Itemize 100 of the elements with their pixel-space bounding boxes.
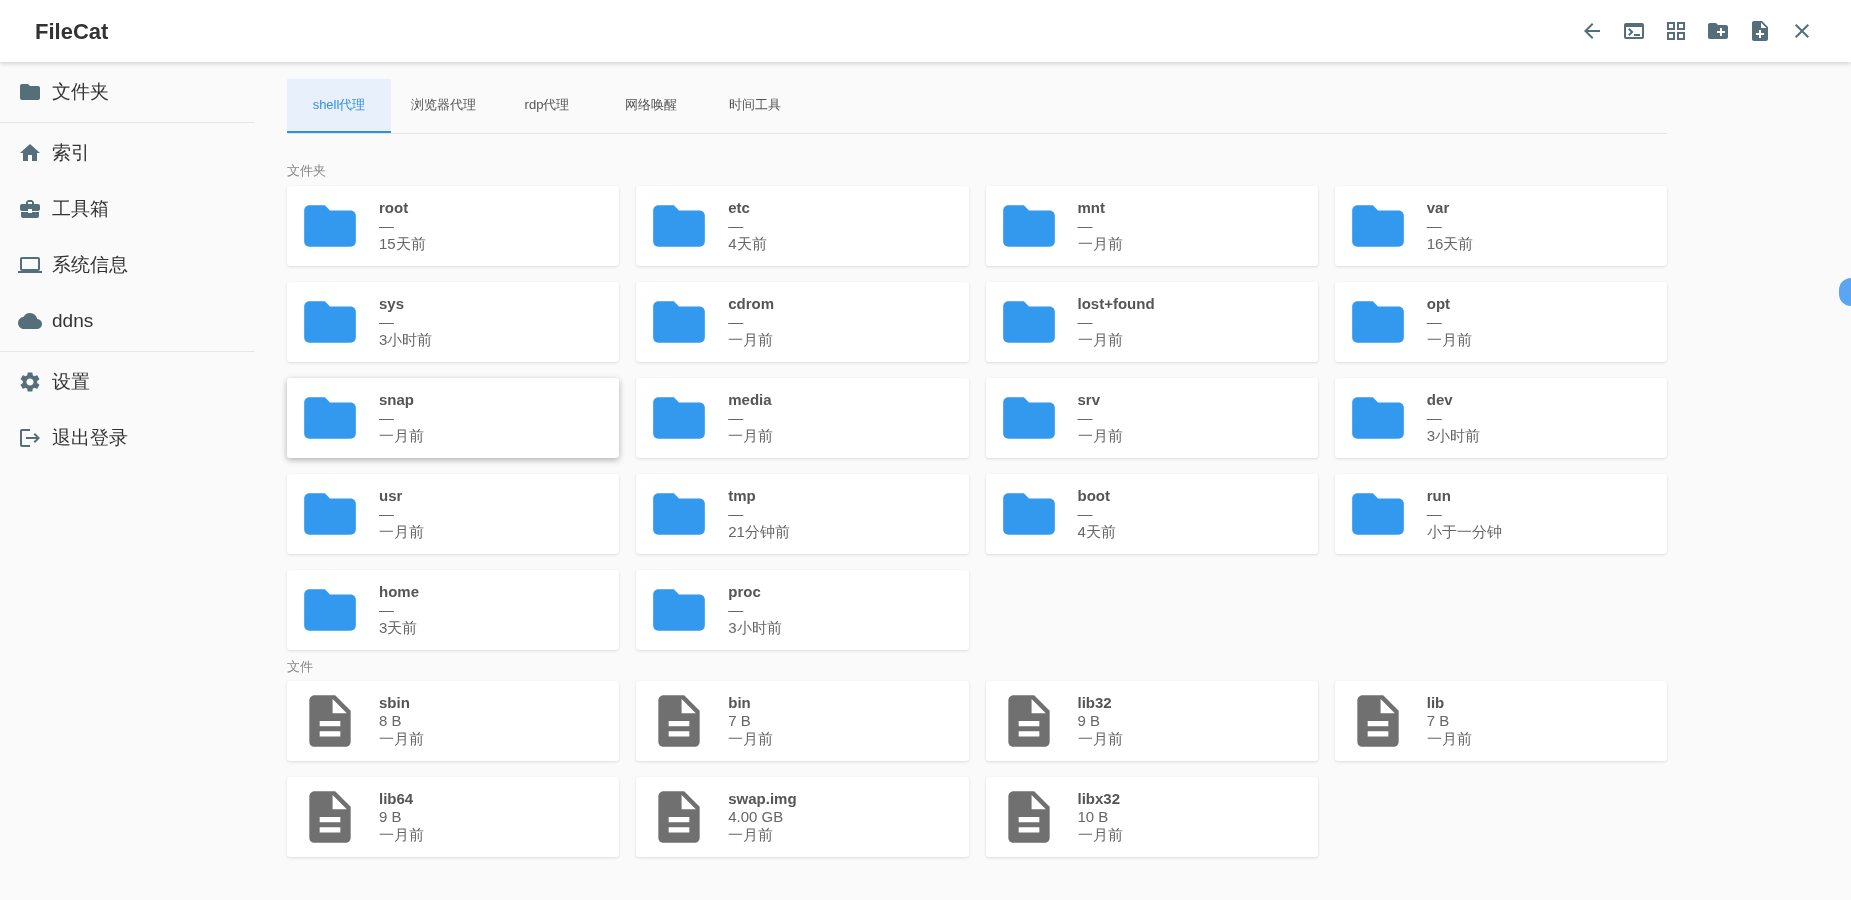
file-card[interactable]: usr — 一月前 [287, 473, 620, 554]
item-name: lib32 [1077, 694, 1113, 712]
item-size: — [379, 504, 395, 523]
app-title: FileCat [35, 17, 109, 46]
section-label: 文件 [287, 657, 314, 676]
file-card[interactable]: tmp — 21分钟前 [636, 473, 969, 554]
file-card[interactable]: bin 7 B 一月前 [636, 681, 969, 761]
file-card[interactable]: cdrom — 一月前 [636, 281, 969, 362]
item-size: — [1426, 312, 1443, 331]
item-size: — [379, 408, 395, 427]
item-time: 4天前 [1077, 522, 1116, 541]
item-time: 一月前 [379, 826, 424, 844]
item-size: — [1077, 216, 1094, 235]
sidebar-item[interactable]: 文件夹 [0, 64, 255, 120]
sidebar-item[interactable]: 设置 [0, 354, 255, 410]
file-card[interactable]: lib64 9 B 一月前 [287, 777, 620, 857]
file-card[interactable]: root — 15天前 [287, 185, 620, 266]
item-name: tmp [728, 486, 757, 505]
item-name: libx32 [1077, 790, 1122, 808]
section-label: 文件夹 [287, 162, 327, 180]
item-name: dev [1426, 390, 1454, 409]
item-size: 10 B [1077, 808, 1110, 826]
file-card[interactable]: lib32 9 B 一月前 [985, 681, 1318, 761]
item-size: — [379, 312, 395, 331]
item-name: usr [379, 486, 404, 505]
item-time: 小于一分钟 [1426, 522, 1502, 541]
file-card[interactable]: media — 一月前 [636, 377, 969, 458]
item-name: lib64 [379, 790, 415, 808]
tab[interactable]: 网络唤醒 [599, 79, 703, 133]
item-size: — [728, 504, 745, 523]
item-time: 一月前 [1426, 330, 1472, 349]
item-time: 一月前 [1426, 730, 1472, 748]
item-time: 一月前 [728, 330, 775, 349]
item-size: 7 B [728, 712, 752, 730]
item-time: 3天前 [379, 618, 419, 637]
file-card[interactable]: snap — 一月前 [287, 377, 620, 458]
item-time: 15天前 [379, 234, 426, 253]
item-size: — [379, 600, 395, 619]
file-card[interactable]: boot — 4天前 [985, 473, 1318, 554]
file-card[interactable]: var — 16天前 [1334, 185, 1667, 266]
item-size: — [1077, 504, 1094, 523]
logout-icon [18, 426, 42, 450]
item-name: boot [1077, 486, 1111, 505]
file-card[interactable]: proc — 3小时前 [636, 569, 969, 650]
item-time: 21分钟前 [728, 522, 790, 541]
item-name: swap.img [728, 790, 797, 808]
item-size: 4.00 GB [728, 808, 785, 826]
file-card[interactable]: sbin 8 B 一月前 [287, 681, 620, 761]
item-name: bin [728, 694, 752, 712]
floating-handle[interactable] [1839, 278, 1851, 306]
file-card[interactable]: lost+found — 一月前 [985, 281, 1318, 362]
item-time: 16天前 [1426, 234, 1474, 253]
file-card[interactable]: lib 7 B 一月前 [1334, 681, 1667, 761]
item-name: lost+found [1077, 294, 1155, 313]
item-size: — [728, 216, 745, 235]
item-time: 一月前 [728, 426, 774, 445]
item-name: sbin [379, 694, 411, 712]
item-time: 一月前 [379, 730, 424, 748]
file-card[interactable]: mnt — 一月前 [985, 185, 1318, 266]
sidebar-item[interactable]: 索引 [0, 125, 255, 181]
item-size: — [1426, 408, 1443, 427]
item-time: 3小时前 [728, 618, 782, 637]
sidebar-item[interactable]: 退出登录 [0, 410, 255, 466]
file-card[interactable]: libx32 10 B 一月前 [985, 777, 1318, 857]
item-name: mnt [1077, 198, 1106, 217]
file-card[interactable]: sys — 3小时前 [287, 281, 620, 362]
file-card[interactable]: opt — 一月前 [1334, 281, 1667, 362]
item-name: etc [728, 198, 751, 217]
item-time: 3小时前 [379, 330, 433, 349]
item-time: 3小时前 [1426, 426, 1481, 445]
item-size: — [728, 408, 745, 427]
item-name: cdrom [728, 294, 775, 313]
item-name: proc [728, 582, 762, 601]
item-time: 4天前 [728, 234, 767, 253]
tab[interactable]: rdp代理 [495, 79, 599, 133]
item-time: 一月前 [1077, 330, 1124, 349]
item-size: 8 B [379, 712, 403, 730]
sidebar-item[interactable]: ddns [0, 293, 255, 349]
item-size: — [1077, 408, 1094, 427]
item-name: run [1426, 486, 1452, 505]
file-card[interactable]: swap.img 4.00 GB 一月前 [636, 777, 969, 857]
sidebar-item[interactable]: 工具箱 [0, 181, 255, 237]
file-card[interactable]: etc — 4天前 [636, 185, 969, 266]
item-name: home [379, 582, 419, 601]
file-card[interactable]: srv — 一月前 [985, 377, 1318, 458]
item-size: — [1077, 312, 1094, 331]
item-name: opt [1426, 294, 1452, 313]
file-card[interactable]: dev — 3小时前 [1334, 377, 1667, 458]
item-time: 一月前 [379, 426, 424, 445]
item-time: 一月前 [1077, 426, 1123, 445]
file-card[interactable]: run — 小于一分钟 [1334, 473, 1667, 554]
item-time: 一月前 [379, 522, 424, 541]
tab[interactable]: 浏览器代理 [391, 79, 495, 133]
file-card[interactable]: home — 3天前 [287, 569, 620, 650]
item-time: 一月前 [728, 730, 774, 748]
item-name: snap [379, 390, 415, 409]
tab[interactable]: 时间工具 [703, 79, 807, 133]
item-size: — [728, 312, 745, 331]
item-name: lib [1426, 694, 1446, 712]
sidebar-item[interactable]: 系统信息 [0, 237, 255, 293]
